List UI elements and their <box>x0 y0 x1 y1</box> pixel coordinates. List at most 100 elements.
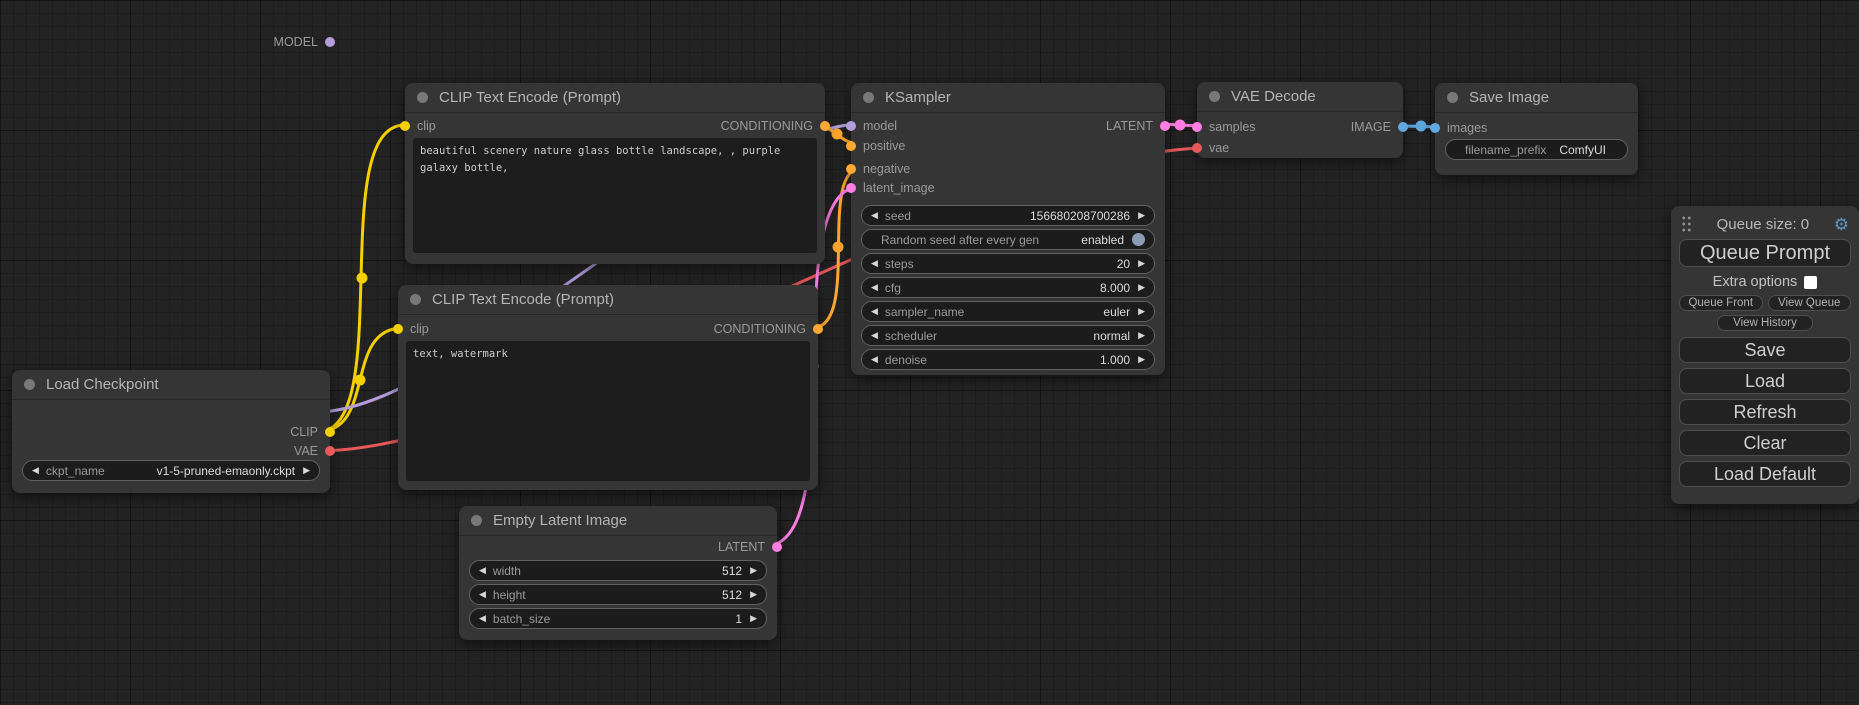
node-header[interactable]: KSampler <box>851 83 1165 113</box>
ckpt-name-widget[interactable]: ◀ ckpt_name v1-5-pruned-emaonly.ckpt ▶ <box>22 460 320 481</box>
link-dot-latent[interactable] <box>1175 120 1186 131</box>
latent-port-icon[interactable] <box>846 183 856 193</box>
input-clip[interactable]: clip <box>393 322 429 336</box>
arrow-left-icon[interactable]: ◀ <box>871 331 878 340</box>
collapse-dot-icon[interactable] <box>24 379 35 390</box>
arrow-right-icon[interactable]: ▶ <box>1138 331 1145 340</box>
vae-port-icon[interactable] <box>325 446 335 456</box>
batch-size-widget[interactable]: ◀ batch_size 1 ▶ <box>469 608 767 629</box>
seed-widget[interactable]: ◀ seed 156680208700286 ▶ <box>861 205 1155 226</box>
model-port-icon[interactable] <box>325 37 335 47</box>
arrow-right-icon[interactable]: ▶ <box>1138 259 1145 268</box>
prompt-textarea[interactable]: beautiful scenery nature glass bottle la… <box>413 138 817 253</box>
arrow-right-icon[interactable]: ▶ <box>1138 355 1145 364</box>
clip-port-icon[interactable] <box>393 324 403 334</box>
height-widget[interactable]: ◀ height 512 ▶ <box>469 584 767 605</box>
node-save-image[interactable]: Save Image images filename_prefix ComfyU… <box>1435 83 1638 175</box>
output-conditioning[interactable]: CONDITIONING <box>721 119 830 133</box>
collapse-dot-icon[interactable] <box>1447 92 1458 103</box>
queue-front-button[interactable]: Queue Front <box>1679 295 1763 311</box>
conditioning-port-icon[interactable] <box>813 324 823 334</box>
node-header[interactable]: CLIP Text Encode (Prompt) <box>405 83 825 113</box>
node-header[interactable]: CLIP Text Encode (Prompt) <box>398 285 818 315</box>
collapse-dot-icon[interactable] <box>410 294 421 305</box>
arrow-left-icon[interactable]: ◀ <box>479 614 486 623</box>
arrow-left-icon[interactable]: ◀ <box>479 590 486 599</box>
input-negative[interactable]: negative <box>846 162 910 176</box>
output-latent[interactable]: LATENT <box>718 540 782 554</box>
node-vae-decode[interactable]: VAE Decode samples vae IMAGE <box>1197 82 1403 158</box>
filename-prefix-widget[interactable]: filename_prefix ComfyUI <box>1445 139 1628 160</box>
node-clip-text-encode-negative[interactable]: CLIP Text Encode (Prompt) clip CONDITION… <box>398 285 818 490</box>
output-vae[interactable]: VAE <box>294 444 335 458</box>
arrow-right-icon[interactable]: ▶ <box>303 466 310 475</box>
collapse-dot-icon[interactable] <box>1209 91 1220 102</box>
conditioning-port-icon[interactable] <box>846 164 856 174</box>
width-widget[interactable]: ◀ width 512 ▶ <box>469 560 767 581</box>
prompt-textarea[interactable]: text, watermark <box>406 341 810 481</box>
arrow-left-icon[interactable]: ◀ <box>871 355 878 364</box>
image-port-icon[interactable] <box>1430 123 1440 133</box>
sampler-name-widget[interactable]: ◀ sampler_name euler ▶ <box>861 301 1155 322</box>
clip-port-icon[interactable] <box>325 427 335 437</box>
latent-port-icon[interactable] <box>1160 121 1170 131</box>
arrow-left-icon[interactable]: ◀ <box>32 466 39 475</box>
model-port-icon[interactable] <box>846 121 856 131</box>
clear-button[interactable]: Clear <box>1679 430 1851 456</box>
collapse-dot-icon[interactable] <box>471 515 482 526</box>
arrow-right-icon[interactable]: ▶ <box>1138 307 1145 316</box>
arrow-right-icon[interactable]: ▶ <box>1138 283 1145 292</box>
view-history-button[interactable]: View History <box>1717 315 1813 331</box>
node-clip-text-encode-positive[interactable]: CLIP Text Encode (Prompt) clip CONDITION… <box>405 83 825 264</box>
link-dot-cond-pos[interactable] <box>832 129 843 140</box>
arrow-left-icon[interactable]: ◀ <box>871 259 878 268</box>
save-button[interactable]: Save <box>1679 337 1851 363</box>
random-seed-toggle-widget[interactable]: Random seed after every gen enabled <box>861 229 1155 250</box>
load-default-button[interactable]: Load Default <box>1679 461 1851 487</box>
output-conditioning[interactable]: CONDITIONING <box>714 322 823 336</box>
arrow-left-icon[interactable]: ◀ <box>871 307 878 316</box>
gear-icon[interactable]: ⚙ <box>1834 216 1849 233</box>
arrow-right-icon[interactable]: ▶ <box>1138 211 1145 220</box>
load-button[interactable]: Load <box>1679 368 1851 394</box>
clip-port-icon[interactable] <box>400 121 410 131</box>
queue-prompt-button[interactable]: Queue Prompt <box>1679 239 1851 267</box>
arrow-right-icon[interactable]: ▶ <box>750 566 757 575</box>
denoise-widget[interactable]: ◀ denoise 1.000 ▶ <box>861 349 1155 370</box>
node-header[interactable]: VAE Decode <box>1197 82 1403 112</box>
node-header[interactable]: Empty Latent Image <box>459 506 777 536</box>
node-load-checkpoint[interactable]: Load Checkpoint MODEL CLIP VAE ◀ ckpt_na… <box>12 370 330 493</box>
vae-port-icon[interactable] <box>1192 143 1202 153</box>
view-queue-button[interactable]: View Queue <box>1768 295 1852 311</box>
output-latent[interactable]: LATENT <box>1106 119 1170 133</box>
input-model[interactable]: model <box>846 119 897 133</box>
input-vae[interactable]: vae <box>1192 141 1229 155</box>
node-empty-latent-image[interactable]: Empty Latent Image LATENT ◀ width 512 ▶ … <box>459 506 777 640</box>
extra-options-checkbox[interactable] <box>1804 276 1817 289</box>
link-dot-cond-neg[interactable] <box>833 242 844 253</box>
input-clip[interactable]: clip <box>400 119 436 133</box>
collapse-dot-icon[interactable] <box>863 92 874 103</box>
output-image[interactable]: IMAGE <box>1351 120 1408 134</box>
scheduler-widget[interactable]: ◀ scheduler normal ▶ <box>861 325 1155 346</box>
conditioning-port-icon[interactable] <box>846 141 856 151</box>
link-dot-clip1[interactable] <box>357 273 368 284</box>
input-positive[interactable]: positive <box>846 139 905 153</box>
conditioning-port-icon[interactable] <box>820 121 830 131</box>
input-latent-image[interactable]: latent_image <box>846 181 935 195</box>
node-ksampler[interactable]: KSampler model positive negative latent_… <box>851 83 1165 375</box>
link-dot-clip2[interactable] <box>355 375 366 386</box>
node-header[interactable]: Save Image <box>1435 83 1638 113</box>
arrow-right-icon[interactable]: ▶ <box>750 614 757 623</box>
toggle-enabled-icon[interactable] <box>1132 233 1145 246</box>
cfg-widget[interactable]: ◀ cfg 8.000 ▶ <box>861 277 1155 298</box>
arrow-left-icon[interactable]: ◀ <box>871 211 878 220</box>
output-clip[interactable]: CLIP <box>290 425 335 439</box>
input-samples[interactable]: samples <box>1192 120 1256 134</box>
refresh-button[interactable]: Refresh <box>1679 399 1851 425</box>
output-model[interactable]: MODEL <box>274 35 335 49</box>
link-dot-image[interactable] <box>1416 121 1427 132</box>
collapse-dot-icon[interactable] <box>417 92 428 103</box>
arrow-right-icon[interactable]: ▶ <box>750 590 757 599</box>
steps-widget[interactable]: ◀ steps 20 ▶ <box>861 253 1155 274</box>
